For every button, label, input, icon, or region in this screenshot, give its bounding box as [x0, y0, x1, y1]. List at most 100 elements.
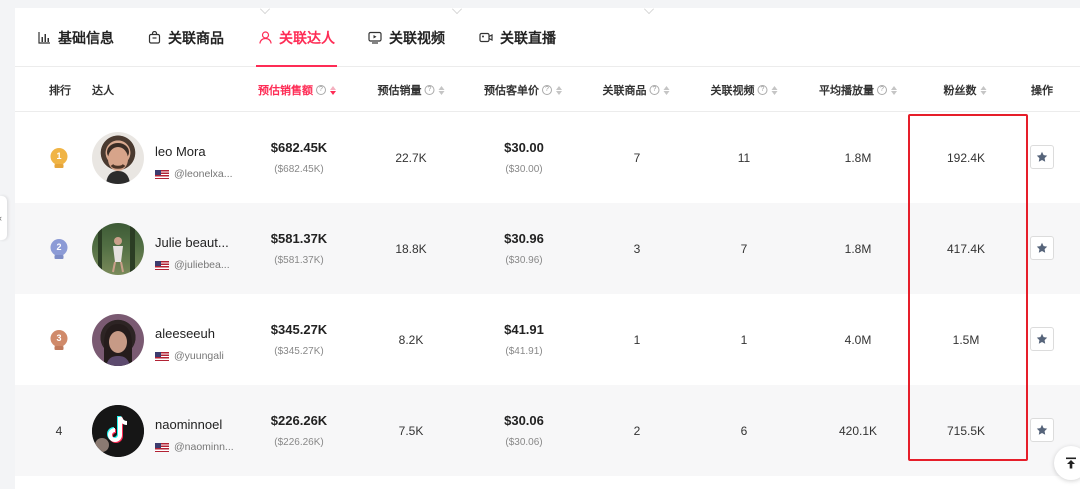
linked-videos: 7	[740, 241, 748, 256]
avg-views: 420.1K	[838, 423, 878, 438]
back-to-top-button[interactable]	[1054, 446, 1080, 480]
help-icon[interactable]: ?	[424, 85, 435, 95]
tab-label: 关联视频	[389, 29, 445, 46]
tab-related-live[interactable]: 关联直播	[479, 8, 556, 67]
followers: 192.4K	[946, 150, 986, 165]
table-row[interactable]: 4 naominnoel @naominn... $226.26K ($226.2…	[15, 385, 1080, 476]
col-actions: 操作	[1031, 85, 1053, 97]
user-icon	[258, 31, 272, 45]
table-row[interactable]: 1 leo Mora @leonelxa... $682.45K ($682.45…	[15, 112, 1080, 203]
est-avg-price: $30.96 ($30.96)	[504, 231, 544, 266]
creator-name[interactable]: aleeseeuh	[155, 326, 215, 341]
avatar[interactable]	[92, 314, 144, 366]
collapse-sidebar-handle[interactable]: ‹	[0, 196, 7, 240]
creator-handle: @naominn...	[155, 441, 234, 453]
linked-products: 1	[633, 332, 641, 347]
followers: 1.5M	[952, 332, 980, 347]
help-icon[interactable]: ?	[757, 85, 768, 95]
rank-number: 4	[55, 423, 63, 438]
favorite-button[interactable]	[1030, 327, 1054, 351]
col-followers[interactable]: 粉丝数	[944, 68, 987, 112]
col-rank: 排行	[49, 85, 71, 97]
dropdown-caret	[452, 4, 462, 14]
est-units: 8.2K	[398, 332, 424, 347]
tab-label: 关联商品	[168, 29, 224, 46]
est-avg-price: $30.00 ($30.00)	[504, 140, 544, 175]
star-icon	[1036, 242, 1048, 253]
creator-name[interactable]: naominnoel	[155, 417, 222, 432]
est-sales-amount: $581.37K ($581.37K)	[270, 231, 328, 266]
help-icon[interactable]: ?	[649, 85, 660, 95]
est-units: 18.8K	[395, 241, 427, 256]
table-header: 排行 达人 预估销售额? 预估销量? 预估客单价? 关联商品? 关联视频? 平均…	[15, 68, 1080, 112]
shopping-bag-icon	[147, 31, 161, 45]
est-units: 7.5K	[398, 423, 424, 438]
rank-medal-gold: 1	[50, 112, 68, 203]
est-sales-amount: $682.45K ($682.45K)	[270, 140, 328, 175]
sort-icon[interactable]	[980, 85, 987, 95]
us-flag-icon	[155, 442, 169, 452]
rank-medal-silver: 2	[50, 203, 68, 294]
est-avg-price: $41.91 ($41.91)	[504, 322, 544, 357]
dropdown-caret	[644, 4, 654, 14]
sort-icon[interactable]	[330, 85, 336, 95]
us-flag-icon	[155, 260, 169, 270]
us-flag-icon	[155, 351, 169, 361]
bar-chart-icon	[37, 31, 51, 45]
linked-videos: 1	[740, 332, 748, 347]
tab-related-creators[interactable]: 关联达人	[256, 8, 337, 67]
star-icon	[1036, 333, 1048, 344]
help-icon[interactable]: ?	[316, 85, 326, 95]
followers: 715.5K	[946, 423, 986, 438]
col-linked-videos[interactable]: 关联视频?	[711, 68, 778, 112]
creator-name[interactable]: leo Mora	[155, 144, 206, 159]
creator-handle: @yuungali	[155, 350, 224, 362]
tab-label: 关联达人	[279, 29, 335, 46]
help-icon[interactable]: ?	[877, 85, 887, 95]
sort-icon[interactable]	[438, 85, 445, 95]
est-sales-amount: $345.27K ($345.27K)	[270, 322, 328, 357]
video-icon	[368, 31, 382, 45]
table-row[interactable]: 3 aleeseeuh @yuungali $345.27K ($345.27K)…	[15, 294, 1080, 385]
favorite-button[interactable]	[1030, 418, 1054, 442]
help-icon[interactable]: ?	[542, 85, 552, 95]
creator-handle: @leonelxa...	[155, 168, 233, 180]
tab-label: 基础信息	[58, 29, 114, 46]
tab-basic-info[interactable]: 基础信息	[37, 8, 114, 67]
creator-name[interactable]: Julie beaut...	[155, 235, 229, 250]
tab-related-products[interactable]: 关联商品	[147, 8, 224, 67]
favorite-button[interactable]	[1030, 236, 1054, 260]
col-creator: 达人	[92, 85, 114, 97]
us-flag-icon	[155, 169, 169, 179]
col-est-avg-price[interactable]: 预估客单价?	[484, 68, 562, 112]
sort-icon[interactable]	[663, 85, 670, 95]
related-creators-panel: 基础信息 关联商品 关联达人 关联视频 关联直播 排行 达人 预估销售额 ? 预…	[15, 4, 1080, 489]
tab-label: 关联直播	[500, 29, 556, 46]
est-units: 22.7K	[395, 150, 427, 165]
sort-icon[interactable]	[771, 85, 778, 95]
rank-medal-bronze: 3	[50, 294, 68, 385]
linked-products: 2	[633, 423, 641, 438]
star-icon	[1036, 151, 1048, 162]
tab-related-videos[interactable]: 关联视频	[368, 8, 445, 67]
chevron-left-icon: ‹	[0, 213, 2, 223]
table-row[interactable]: 2 Julie beaut... @juliebea... $581.37K ($…	[15, 203, 1080, 294]
avg-views: 1.8M	[844, 150, 872, 165]
col-est-sales-amount[interactable]: 预估销售额?	[258, 68, 336, 112]
linked-videos: 6	[740, 423, 748, 438]
linked-videos: 11	[737, 150, 751, 165]
avatar[interactable]	[92, 132, 144, 184]
col-est-units[interactable]: 预估销量?	[378, 68, 445, 112]
avatar[interactable]	[92, 223, 144, 275]
col-avg-views[interactable]: 平均播放量?	[819, 68, 897, 112]
linked-products: 7	[633, 150, 641, 165]
avatar[interactable]	[92, 405, 144, 457]
favorite-button[interactable]	[1030, 145, 1054, 169]
sort-icon[interactable]	[891, 85, 897, 95]
star-icon	[1036, 424, 1048, 435]
avg-views: 1.8M	[844, 241, 872, 256]
avg-views: 4.0M	[844, 332, 872, 347]
col-linked-products[interactable]: 关联商品?	[603, 68, 670, 112]
creator-handle: @juliebea...	[155, 259, 230, 271]
sort-icon[interactable]	[556, 85, 562, 95]
